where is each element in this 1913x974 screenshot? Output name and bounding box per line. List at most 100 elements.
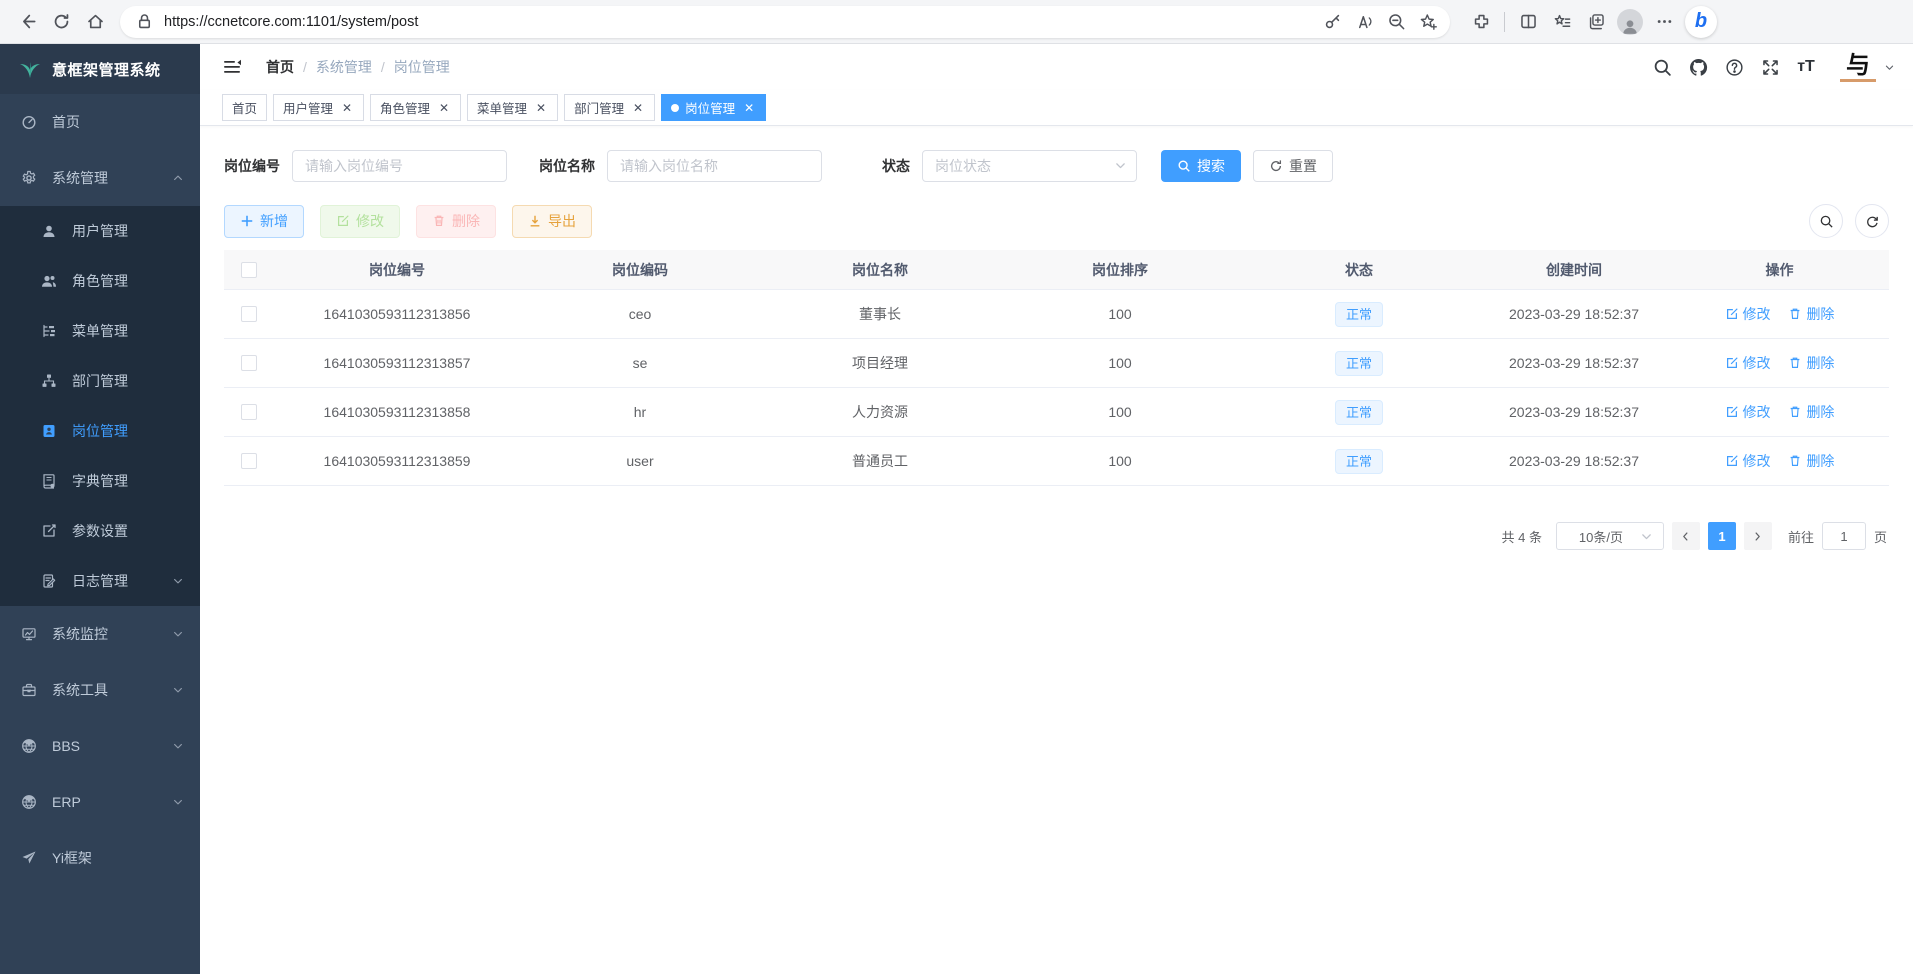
favorite-star-icon[interactable] xyxy=(1412,7,1444,37)
row-edit-link[interactable]: 修改 xyxy=(1725,304,1771,324)
toolbar-divider xyxy=(1504,12,1505,32)
breadcrumb-item[interactable]: 系统管理 xyxy=(316,57,372,77)
sidebar-item-角色管理[interactable]: 角色管理 xyxy=(0,256,200,306)
user-avatar[interactable]: 与 xyxy=(1840,52,1895,82)
sidebar-item-日志管理[interactable]: 日志管理 xyxy=(0,556,200,606)
page-size-select[interactable]: 10条/页 xyxy=(1556,522,1664,550)
bing-chat-icon[interactable]: b xyxy=(1681,5,1721,39)
sidebar-item-系统管理[interactable]: 系统管理 xyxy=(0,150,200,206)
sidebar-item-系统工具[interactable]: 系统工具 xyxy=(0,662,200,718)
sidebar-item-部门管理[interactable]: 部门管理 xyxy=(0,356,200,406)
sidebar-item-系统监控[interactable]: 系统监控 xyxy=(0,606,200,662)
tab-岗位管理[interactable]: 岗位管理 ✕ xyxy=(661,94,766,121)
table-search-toggle-icon[interactable] xyxy=(1809,204,1843,238)
page-unit-label: 页 xyxy=(1874,527,1887,546)
delete-button[interactable]: 删除 xyxy=(416,205,496,238)
column-header: 岗位名称 xyxy=(760,260,1000,280)
row-checkbox[interactable] xyxy=(241,404,257,420)
header-search-icon[interactable] xyxy=(1644,49,1680,85)
gear-icon xyxy=(20,169,38,187)
pagination: 共 4 条 10条/页 1 前往 页 xyxy=(224,522,1889,550)
table-refresh-icon[interactable] xyxy=(1855,204,1889,238)
browser-menu-icon[interactable] xyxy=(1647,5,1681,39)
status-badge: 正常 xyxy=(1335,351,1383,376)
table-toolbar: 新增 修改 删除 导出 xyxy=(224,204,1889,238)
status-select-input[interactable] xyxy=(922,150,1137,182)
status-select[interactable] xyxy=(922,150,1137,182)
reset-button[interactable]: 重置 xyxy=(1253,150,1333,182)
add-button[interactable]: 新增 xyxy=(224,205,304,238)
post-code-input[interactable] xyxy=(292,150,507,182)
sidebar-item-岗位管理[interactable]: 岗位管理 xyxy=(0,406,200,456)
cell-post-id: 1641030593112313858 xyxy=(274,404,520,420)
help-icon[interactable] xyxy=(1716,49,1752,85)
tab-用户管理[interactable]: 用户管理 ✕ xyxy=(273,94,364,121)
browser-profile-avatar[interactable] xyxy=(1613,5,1647,39)
search-button[interactable]: 搜索 xyxy=(1161,150,1241,182)
sidebar-item-Yi框架[interactable]: Yi框架 xyxy=(0,830,200,886)
sidebar-item-首页[interactable]: 首页 xyxy=(0,94,200,150)
tab-首页[interactable]: 首页 xyxy=(222,94,267,121)
tab-close-icon[interactable]: ✕ xyxy=(631,101,645,115)
table-body: 1641030593112313856 ceo 董事长 100 正常 2023-… xyxy=(224,290,1889,486)
row-edit-link[interactable]: 修改 xyxy=(1725,451,1771,471)
row-edit-link[interactable]: 修改 xyxy=(1725,353,1771,373)
tab-close-icon[interactable]: ✕ xyxy=(340,101,354,115)
prev-page-button[interactable] xyxy=(1672,522,1700,550)
row-delete-link[interactable]: 删除 xyxy=(1788,451,1834,471)
read-aloud-icon[interactable] xyxy=(1348,7,1380,37)
cell-post-sort: 100 xyxy=(1000,306,1240,322)
column-header: 岗位排序 xyxy=(1000,260,1240,280)
row-edit-link[interactable]: 修改 xyxy=(1725,402,1771,422)
row-delete-link[interactable]: 删除 xyxy=(1788,402,1834,422)
active-dot xyxy=(671,104,679,112)
modify-button[interactable]: 修改 xyxy=(320,205,400,238)
tab-close-icon[interactable]: ✕ xyxy=(437,101,451,115)
browser-back-icon[interactable] xyxy=(10,5,44,39)
cell-created-time: 2023-03-29 18:52:37 xyxy=(1478,453,1670,469)
goto-page-input[interactable] xyxy=(1822,522,1866,550)
collections-icon[interactable] xyxy=(1545,5,1579,39)
tab-close-icon[interactable]: ✕ xyxy=(742,101,756,115)
export-button[interactable]: 导出 xyxy=(512,205,592,238)
app-logo[interactable]: 意框架管理系统 xyxy=(0,44,200,94)
row-delete-link[interactable]: 删除 xyxy=(1788,304,1834,324)
sidebar-item-ERP[interactable]: ERP xyxy=(0,774,200,830)
url-text[interactable]: https://ccnetcore.com:1101/system/post xyxy=(164,14,1316,30)
sidebar-item-菜单管理[interactable]: 菜单管理 xyxy=(0,306,200,356)
split-screen-icon[interactable] xyxy=(1511,5,1545,39)
page-number-1[interactable]: 1 xyxy=(1708,522,1736,550)
sidebar-item-参数设置[interactable]: 参数设置 xyxy=(0,506,200,556)
sidebar-item-BBS[interactable]: BBS xyxy=(0,718,200,774)
sidebar-collapse-icon[interactable] xyxy=(222,56,244,78)
browser-refresh-icon[interactable] xyxy=(44,5,78,39)
chevron-up-icon xyxy=(172,172,184,184)
sidebar-item-用户管理[interactable]: 用户管理 xyxy=(0,206,200,256)
next-page-button[interactable] xyxy=(1744,522,1772,550)
breadcrumb-separator: / xyxy=(381,59,385,75)
github-icon[interactable] xyxy=(1680,49,1716,85)
tab-菜单管理[interactable]: 菜单管理 ✕ xyxy=(467,94,558,121)
post-name-input[interactable] xyxy=(607,150,822,182)
sidebar-item-字典管理[interactable]: 字典管理 xyxy=(0,456,200,506)
address-bar[interactable]: https://ccnetcore.com:1101/system/post xyxy=(120,6,1450,38)
tab-close-icon[interactable]: ✕ xyxy=(534,101,548,115)
select-all-checkbox[interactable] xyxy=(241,262,257,278)
row-checkbox[interactable] xyxy=(241,355,257,371)
row-checkbox[interactable] xyxy=(241,453,257,469)
password-key-icon[interactable] xyxy=(1316,7,1348,37)
tab-actions-icon[interactable] xyxy=(1579,5,1613,39)
breadcrumb-item[interactable]: 岗位管理 xyxy=(394,57,450,77)
zoom-out-icon[interactable] xyxy=(1380,7,1412,37)
browser-home-icon[interactable] xyxy=(78,5,112,39)
row-checkbox[interactable] xyxy=(241,306,257,322)
cell-post-code: se xyxy=(520,355,760,371)
cell-post-name: 项目经理 xyxy=(760,353,1000,373)
cell-post-name: 董事长 xyxy=(760,304,1000,324)
extensions-icon[interactable] xyxy=(1464,5,1498,39)
fullscreen-icon[interactable] xyxy=(1752,49,1788,85)
font-size-icon[interactable]: тT xyxy=(1788,49,1824,85)
tab-角色管理[interactable]: 角色管理 ✕ xyxy=(370,94,461,121)
row-delete-link[interactable]: 删除 xyxy=(1788,353,1834,373)
tab-部门管理[interactable]: 部门管理 ✕ xyxy=(564,94,655,121)
